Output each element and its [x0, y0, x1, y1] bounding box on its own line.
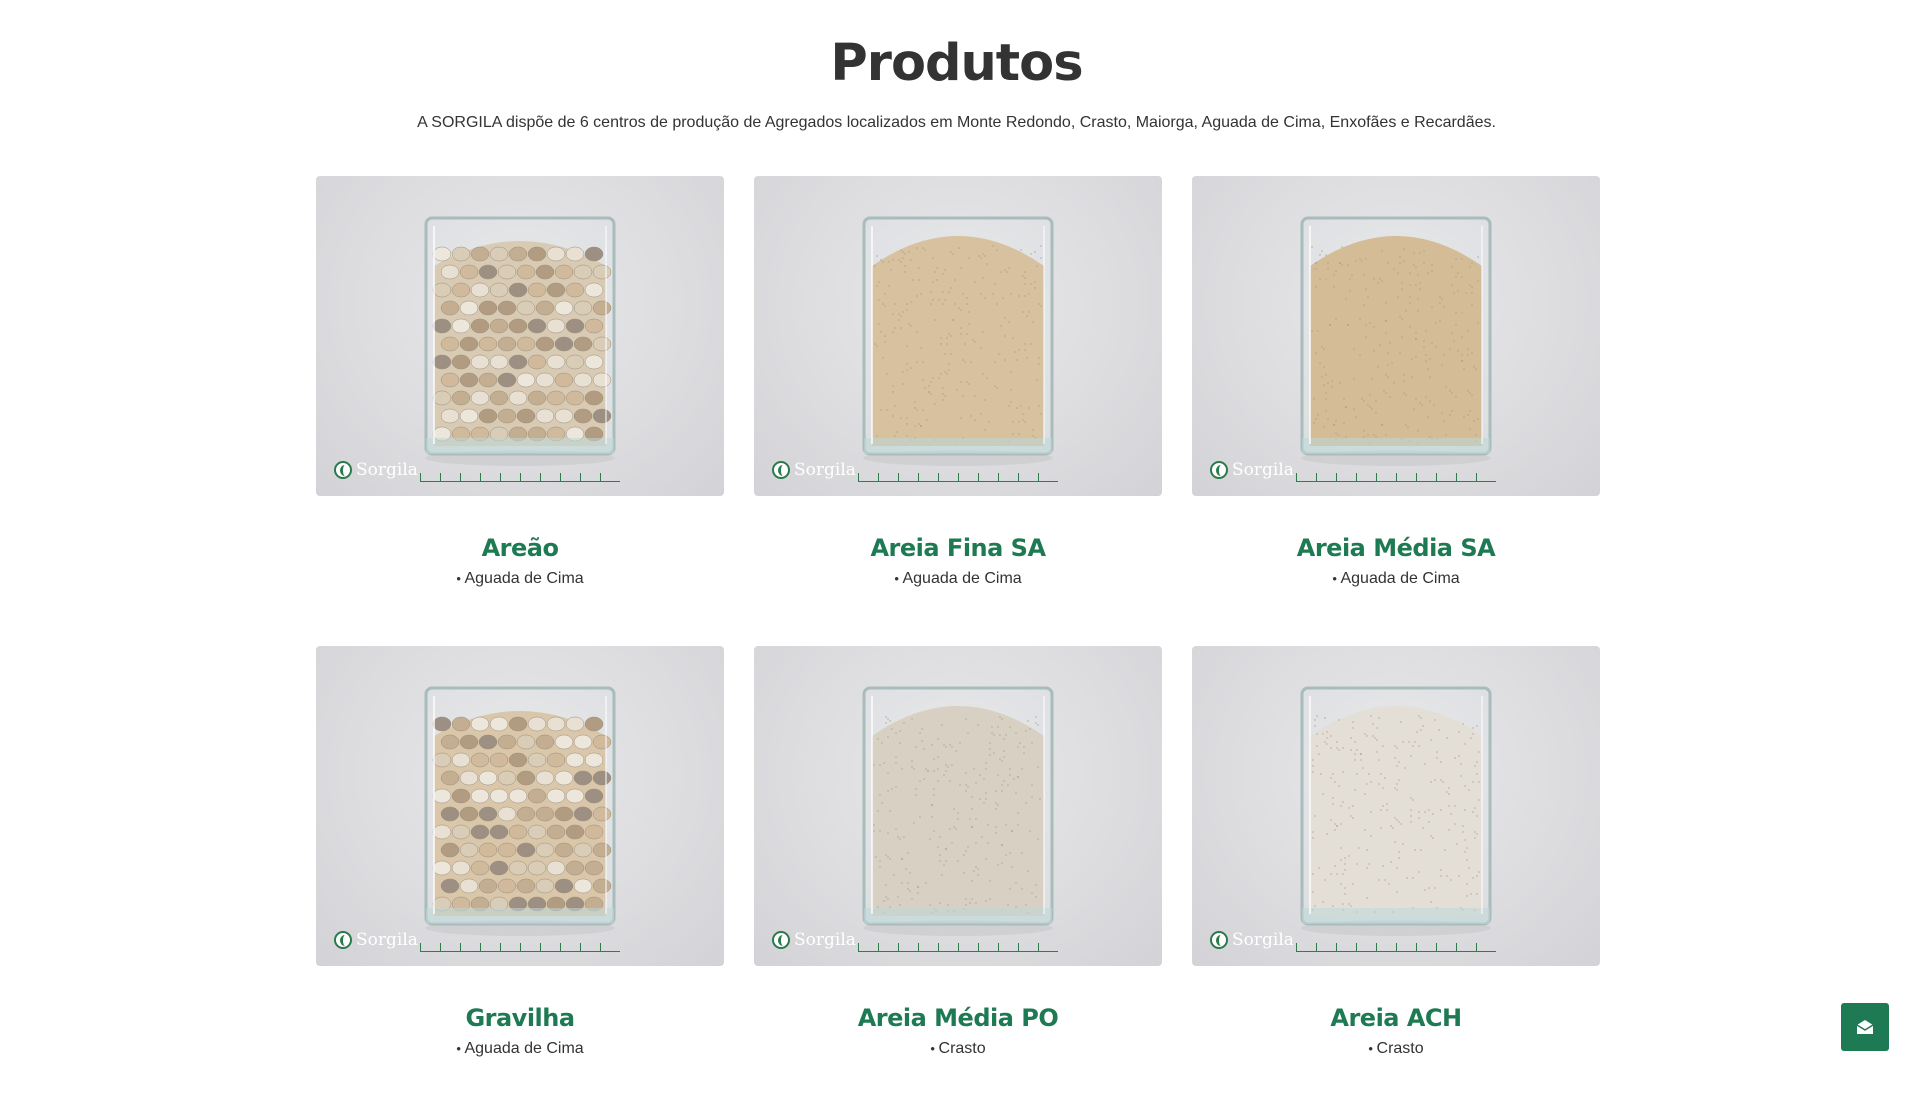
product-location: Aguada de Cima — [754, 570, 1162, 588]
scale-ruler — [420, 943, 620, 952]
brand-watermark: Sorgila — [334, 930, 418, 950]
product-card[interactable]: Sorgila Areia Fina SA Aguada de Cima — [754, 176, 1162, 646]
mail-open-icon — [1856, 1020, 1874, 1034]
product-card[interactable]: Sorgila Areão Aguada de Cima — [316, 176, 724, 646]
product-name[interactable]: Areia ACH — [1192, 1004, 1600, 1032]
brand-name: Sorgila — [1232, 930, 1294, 950]
jar-illustration — [1300, 216, 1492, 466]
brand-watermark: Sorgila — [772, 930, 856, 950]
brand-name: Sorgila — [1232, 460, 1294, 480]
product-image[interactable]: Sorgila — [754, 176, 1162, 496]
brand-name: Sorgila — [356, 930, 418, 950]
product-card[interactable]: Sorgila Areia Média PO Crasto — [754, 646, 1162, 1116]
brand-watermark: Sorgila — [772, 460, 856, 480]
jar-illustration — [862, 686, 1054, 936]
product-name[interactable]: Areia Fina SA — [754, 534, 1162, 562]
brand-watermark: Sorgila — [1210, 460, 1294, 480]
product-image[interactable]: Sorgila — [1192, 646, 1600, 966]
product-location: Aguada de Cima — [316, 1040, 724, 1058]
product-image[interactable]: Sorgila — [316, 646, 724, 966]
scale-ruler — [420, 473, 620, 482]
product-card[interactable]: Sorgila Areia ACH Crasto — [1192, 646, 1600, 1116]
product-card[interactable]: Sorgila Areia Média SA Aguada de Cima — [1192, 176, 1600, 646]
sorgila-logo-icon — [772, 931, 790, 949]
product-card[interactable]: Sorgila Gravilha Aguada de Cima — [316, 646, 724, 1116]
product-image[interactable]: Sorgila — [316, 176, 724, 496]
product-name[interactable]: Areia Média PO — [754, 1004, 1162, 1032]
brand-name: Sorgila — [794, 460, 856, 480]
product-location: Aguada de Cima — [316, 570, 724, 588]
product-location: Aguada de Cima — [1192, 570, 1600, 588]
sorgila-logo-icon — [334, 461, 352, 479]
sorgila-logo-icon — [1210, 461, 1228, 479]
brand-watermark: Sorgila — [334, 460, 418, 480]
product-location: Crasto — [754, 1040, 1162, 1058]
product-name[interactable]: Gravilha — [316, 1004, 724, 1032]
product-location: Crasto — [1192, 1040, 1600, 1058]
product-name[interactable]: Areão — [316, 534, 724, 562]
sorgila-logo-icon — [772, 461, 790, 479]
product-name[interactable]: Areia Média SA — [1192, 534, 1600, 562]
jar-illustration — [424, 686, 616, 936]
jar-illustration — [862, 216, 1054, 466]
page-intro: A SORGILA dispõe de 6 centros de produçã… — [417, 114, 1496, 131]
scale-ruler — [1296, 943, 1496, 952]
scale-ruler — [858, 473, 1058, 482]
contact-button[interactable] — [1841, 1003, 1889, 1051]
brand-name: Sorgila — [356, 460, 418, 480]
jar-illustration — [424, 216, 616, 466]
sorgila-logo-icon — [334, 931, 352, 949]
sorgila-logo-icon — [1210, 931, 1228, 949]
jar-illustration — [1300, 686, 1492, 936]
product-image[interactable]: Sorgila — [1192, 176, 1600, 496]
products-page: Produtos A SORGILA dispõe de 6 centros d… — [0, 0, 1913, 1076]
scale-ruler — [1296, 473, 1496, 482]
product-image[interactable]: Sorgila — [754, 646, 1162, 966]
page-title: Produtos — [830, 34, 1083, 93]
scale-ruler — [858, 943, 1058, 952]
brand-watermark: Sorgila — [1210, 930, 1294, 950]
product-grid: Sorgila Areão Aguada de Cima Sorgila Areia F… — [316, 176, 1600, 1116]
brand-name: Sorgila — [794, 930, 856, 950]
